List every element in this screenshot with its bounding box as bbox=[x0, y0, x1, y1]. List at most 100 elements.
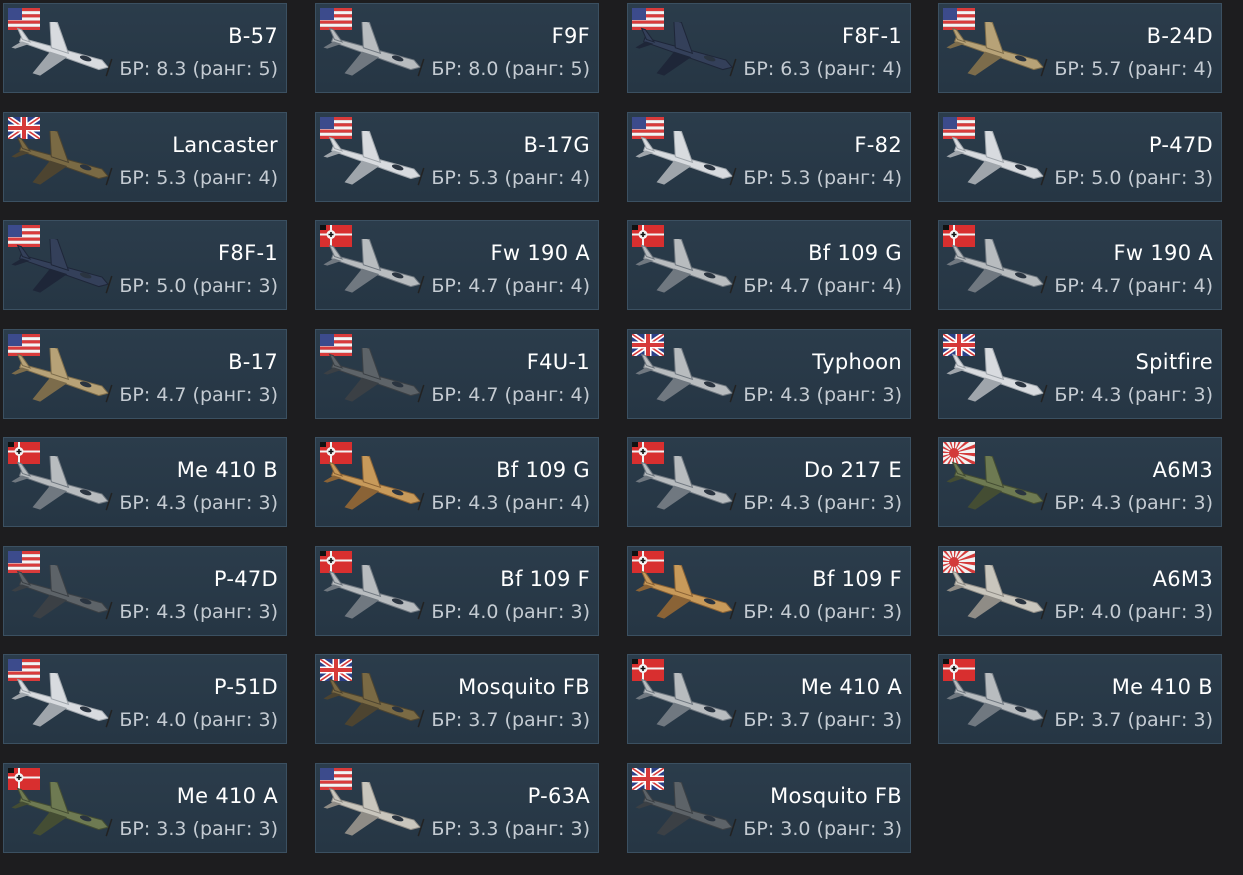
vehicle-name: F8F-1 bbox=[842, 24, 902, 48]
battle-rating: БР: 4.7 (ранг: 4) bbox=[431, 275, 590, 297]
vehicle-card[interactable]: Mosquito FB БР: 3.0 (ранг: 3) bbox=[627, 763, 911, 853]
vehicle-card[interactable]: P-63A БР: 3.3 (ранг: 3) bbox=[315, 763, 599, 853]
aircraft-icon bbox=[635, 782, 737, 837]
vehicle-name: Fw 190 A bbox=[490, 241, 590, 265]
vehicle-name: Fw 190 A bbox=[1113, 241, 1213, 265]
vehicle-card[interactable]: P-47D БР: 4.3 (ранг: 3) bbox=[3, 546, 287, 636]
battle-rating: БР: 8.0 (ранг: 5) bbox=[431, 58, 590, 80]
battle-rating: БР: 4.3 (ранг: 4) bbox=[431, 492, 590, 514]
vehicle-name: B-17G bbox=[523, 133, 590, 157]
vehicle-name: F9F bbox=[551, 24, 590, 48]
aircraft-icon bbox=[635, 565, 737, 620]
aircraft-icon bbox=[946, 348, 1048, 403]
aircraft-icon bbox=[946, 22, 1048, 77]
vehicle-card[interactable]: P-47D БР: 5.0 (ранг: 3) bbox=[938, 112, 1222, 202]
vehicle-name: P-51D bbox=[213, 675, 278, 699]
vehicle-name: F4U-1 bbox=[526, 350, 590, 374]
aircraft-icon bbox=[323, 239, 425, 294]
vehicle-card[interactable]: Lancaster БР: 5.3 (ранг: 4) bbox=[3, 112, 287, 202]
vehicle-card[interactable]: P-51D БР: 4.0 (ранг: 3) bbox=[3, 654, 287, 744]
aircraft-icon bbox=[946, 131, 1048, 186]
battle-rating: БР: 4.3 (ранг: 3) bbox=[1054, 384, 1213, 406]
battle-rating: БР: 4.7 (ранг: 4) bbox=[743, 275, 902, 297]
battle-rating: БР: 3.0 (ранг: 3) bbox=[743, 818, 902, 840]
aircraft-icon bbox=[323, 673, 425, 728]
aircraft-icon bbox=[635, 673, 737, 728]
vehicle-card[interactable]: Bf 109 F БР: 4.0 (ранг: 3) bbox=[627, 546, 911, 636]
vehicle-name: Bf 109 F bbox=[812, 567, 902, 591]
vehicle-name: Do 217 E bbox=[803, 458, 902, 482]
vehicle-grid: B-57 БР: 8.3 (ранг: 5) F9F БР: 8.0 (ранг: 5… bbox=[0, 0, 1243, 875]
vehicle-card[interactable]: Typhoon БР: 4.3 (ранг: 3) bbox=[627, 329, 911, 419]
vehicle-name: A6M3 bbox=[1152, 567, 1213, 591]
vehicle-card[interactable]: Do 217 E БР: 4.3 (ранг: 3) bbox=[627, 437, 911, 527]
vehicle-name: F8F-1 bbox=[218, 241, 278, 265]
vehicle-name: B-57 bbox=[228, 24, 278, 48]
vehicle-card[interactable]: Me 410 B БР: 3.7 (ранг: 3) bbox=[938, 654, 1222, 744]
vehicle-card[interactable]: F4U-1 БР: 4.7 (ранг: 4) bbox=[315, 329, 599, 419]
vehicle-name: Mosquito FB bbox=[770, 784, 902, 808]
battle-rating: БР: 4.3 (ранг: 3) bbox=[743, 492, 902, 514]
aircraft-icon bbox=[635, 22, 737, 77]
vehicle-card[interactable]: Fw 190 A БР: 4.7 (ранг: 4) bbox=[938, 220, 1222, 310]
aircraft-icon bbox=[635, 348, 737, 403]
vehicle-name: Me 410 A bbox=[176, 784, 278, 808]
aircraft-icon bbox=[946, 456, 1048, 511]
vehicle-card[interactable]: Bf 109 G БР: 4.3 (ранг: 4) bbox=[315, 437, 599, 527]
vehicle-name: Bf 109 G bbox=[496, 458, 590, 482]
battle-rating: БР: 3.7 (ранг: 3) bbox=[743, 709, 902, 731]
battle-rating: БР: 3.7 (ранг: 3) bbox=[1054, 709, 1213, 731]
aircraft-icon bbox=[946, 239, 1048, 294]
vehicle-name: B-24D bbox=[1146, 24, 1213, 48]
vehicle-name: P-63A bbox=[527, 784, 590, 808]
vehicle-name: Bf 109 F bbox=[500, 567, 590, 591]
vehicle-card[interactable]: Spitfire БР: 4.3 (ранг: 3) bbox=[938, 329, 1222, 419]
battle-rating: БР: 5.0 (ранг: 3) bbox=[119, 275, 278, 297]
aircraft-icon bbox=[323, 565, 425, 620]
vehicle-card[interactable]: A6M3 БР: 4.0 (ранг: 3) bbox=[938, 546, 1222, 636]
vehicle-name: Typhoon bbox=[812, 350, 902, 374]
battle-rating: БР: 4.0 (ранг: 3) bbox=[743, 601, 902, 623]
vehicle-card[interactable]: B-17 БР: 4.7 (ранг: 3) bbox=[3, 329, 287, 419]
vehicle-card[interactable]: Me 410 A БР: 3.3 (ранг: 3) bbox=[3, 763, 287, 853]
vehicle-name: Mosquito FB bbox=[458, 675, 590, 699]
vehicle-name: B-17 bbox=[228, 350, 278, 374]
battle-rating: БР: 3.7 (ранг: 3) bbox=[431, 709, 590, 731]
vehicle-card[interactable]: Me 410 A БР: 3.7 (ранг: 3) bbox=[627, 654, 911, 744]
battle-rating: БР: 5.0 (ранг: 3) bbox=[1054, 167, 1213, 189]
aircraft-icon bbox=[635, 239, 737, 294]
vehicle-name: Lancaster bbox=[172, 133, 278, 157]
battle-rating: БР: 3.3 (ранг: 3) bbox=[431, 818, 590, 840]
aircraft-icon bbox=[946, 673, 1048, 728]
vehicle-card[interactable]: Me 410 B БР: 4.3 (ранг: 3) bbox=[3, 437, 287, 527]
vehicle-card[interactable]: Bf 109 G БР: 4.7 (ранг: 4) bbox=[627, 220, 911, 310]
vehicle-card[interactable]: F8F-1 БР: 5.0 (ранг: 3) bbox=[3, 220, 287, 310]
aircraft-icon bbox=[11, 348, 113, 403]
vehicle-name: Me 410 A bbox=[800, 675, 902, 699]
battle-rating: БР: 4.0 (ранг: 3) bbox=[431, 601, 590, 623]
battle-rating: БР: 8.3 (ранг: 5) bbox=[119, 58, 278, 80]
battle-rating: БР: 4.7 (ранг: 3) bbox=[119, 384, 278, 406]
vehicle-card[interactable]: B-57 БР: 8.3 (ранг: 5) bbox=[3, 3, 287, 93]
battle-rating: БР: 4.3 (ранг: 3) bbox=[743, 384, 902, 406]
vehicle-card[interactable]: Mosquito FB БР: 3.7 (ранг: 3) bbox=[315, 654, 599, 744]
vehicle-card[interactable]: Bf 109 F БР: 4.0 (ранг: 3) bbox=[315, 546, 599, 636]
vehicle-card[interactable]: F9F БР: 8.0 (ранг: 5) bbox=[315, 3, 599, 93]
battle-rating: БР: 4.3 (ранг: 3) bbox=[1054, 492, 1213, 514]
vehicle-card[interactable]: F-82 БР: 5.3 (ранг: 4) bbox=[627, 112, 911, 202]
aircraft-icon bbox=[323, 456, 425, 511]
vehicle-name: P-47D bbox=[1148, 133, 1213, 157]
vehicle-card[interactable]: Fw 190 A БР: 4.7 (ранг: 4) bbox=[315, 220, 599, 310]
battle-rating: БР: 4.7 (ранг: 4) bbox=[1054, 275, 1213, 297]
vehicle-card[interactable]: F8F-1 БР: 6.3 (ранг: 4) bbox=[627, 3, 911, 93]
vehicle-card[interactable]: A6M3 БР: 4.3 (ранг: 3) bbox=[938, 437, 1222, 527]
battle-rating: БР: 5.3 (ранг: 4) bbox=[743, 167, 902, 189]
vehicle-card[interactable]: B-24D БР: 5.7 (ранг: 4) bbox=[938, 3, 1222, 93]
vehicle-name: A6M3 bbox=[1152, 458, 1213, 482]
aircraft-icon bbox=[11, 782, 113, 837]
vehicle-name: Me 410 B bbox=[176, 458, 278, 482]
battle-rating: БР: 4.0 (ранг: 3) bbox=[1054, 601, 1213, 623]
aircraft-icon bbox=[323, 348, 425, 403]
battle-rating: БР: 5.3 (ранг: 4) bbox=[119, 167, 278, 189]
vehicle-card[interactable]: B-17G БР: 5.3 (ранг: 4) bbox=[315, 112, 599, 202]
